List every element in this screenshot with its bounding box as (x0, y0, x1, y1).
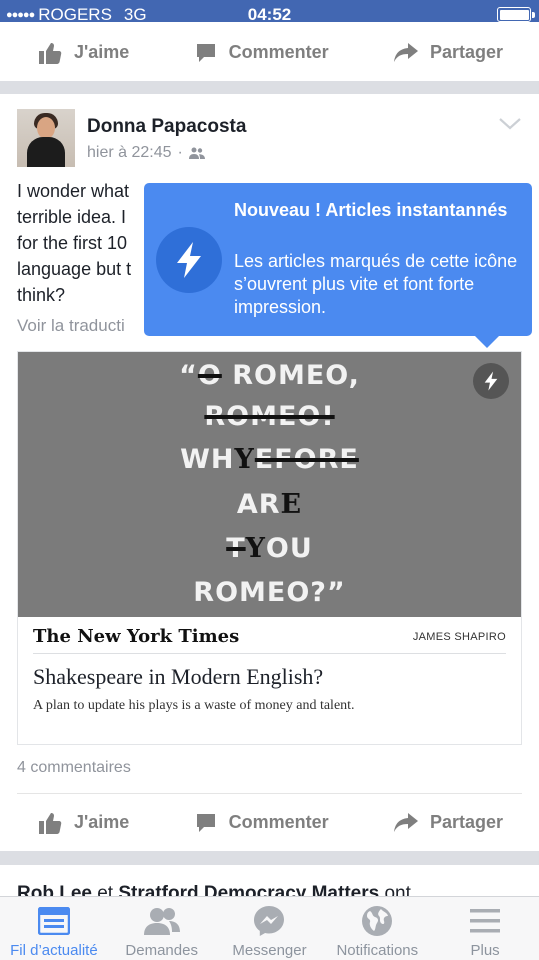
image-line: TYOU (226, 533, 313, 564)
like-button[interactable]: J'aime (38, 812, 129, 834)
comment-button[interactable]: Commenter (195, 812, 329, 834)
instant-articles-tooltip[interactable]: Nouveau ! Articles instantannés Les arti… (144, 183, 532, 348)
tooltip-title: Nouveau ! Articles instantannés (234, 200, 508, 220)
comment-label: Commenter (228, 42, 329, 62)
post-time[interactable]: hier à 22:45 (87, 144, 172, 162)
chevron-down-icon[interactable] (499, 118, 521, 130)
image-line: ROMEO! (204, 401, 335, 432)
share-button[interactable]: Partager (393, 42, 503, 63)
share-label: Partager (429, 42, 503, 62)
avatar[interactable] (17, 109, 75, 167)
publisher-logo: The New York Times (33, 626, 240, 647)
battery-icon (497, 7, 535, 22)
globe-icon (362, 906, 393, 936)
comment-button[interactable]: Commenter (195, 42, 329, 64)
tab-news-feed[interactable]: Fil d’actualité (0, 897, 108, 960)
friend-requests-icon (143, 908, 180, 935)
image-line: “O ROMEO, (179, 360, 360, 391)
like-label: J'aime (74, 42, 130, 62)
friends-audience-icon (188, 147, 205, 159)
share-icon (393, 812, 418, 832)
tab-label: Messenger (232, 942, 307, 959)
like-label: J'aime (74, 812, 130, 832)
tab-label: Demandes (125, 942, 198, 959)
messenger-icon (254, 906, 285, 936)
share-icon (393, 42, 418, 62)
thumbs-up-icon (39, 812, 62, 834)
instant-article-badge-icon (473, 363, 509, 399)
tab-label: Notifications (336, 942, 419, 959)
comment-label: Commenter (228, 812, 329, 832)
news-feed-icon (37, 907, 70, 935)
comment-icon (196, 813, 215, 832)
article-description: A plan to update his plays is a waste of… (33, 698, 355, 713)
comments-count-link[interactable]: 4 commentaires (17, 759, 131, 777)
instant-article-link[interactable]: “O ROMEO, ROMEO! WHYEFORE ARE TYOU ROMEO… (17, 351, 522, 745)
divider (33, 653, 506, 654)
lightning-bolt-icon (156, 227, 222, 293)
share-button[interactable]: Partager (393, 812, 503, 833)
article-title: Shakespeare in Modern English? (33, 664, 324, 689)
bottom-tab-bar: Fil d’actualité Demandes Messenger Notif… (0, 896, 539, 960)
post-meta: hier à 22:45 · (87, 144, 205, 162)
tab-requests[interactable]: Demandes (108, 897, 216, 960)
image-line: ARE (236, 489, 303, 520)
post-actions: J'aime Commenter Partager (0, 794, 539, 851)
post-author[interactable]: Donna Papacosta (87, 116, 246, 138)
tab-notifications[interactable]: Notifications (323, 897, 431, 960)
meta-separator: · (177, 144, 183, 161)
tab-label: Fil d’actualité (10, 942, 98, 959)
menu-icon (470, 909, 501, 933)
tab-more[interactable]: Plus (431, 897, 539, 960)
tab-messenger[interactable]: Messenger (216, 897, 324, 960)
article-byline: JAMES SHAPIRO (412, 631, 506, 643)
tab-label: Plus (470, 942, 500, 959)
share-label: Partager (429, 812, 503, 832)
article-image: “O ROMEO, ROMEO! WHYEFORE ARE TYOU ROMEO… (18, 352, 521, 617)
tooltip-body: Les articles marqués de cette icône s’ou… (234, 251, 518, 317)
comment-icon (196, 43, 215, 62)
post-card: Donna Papacosta hier à 22:45 · I wonder … (0, 94, 539, 851)
image-line: ROMEO?” (193, 577, 346, 608)
previous-post-actions: J'aime Commenter Partager (0, 22, 539, 81)
like-button[interactable]: J'aime (38, 42, 129, 64)
thumbs-up-icon (39, 42, 62, 64)
image-line: WHYEFORE (180, 444, 359, 475)
see-translation-link[interactable]: Voir la traducti (17, 316, 125, 336)
